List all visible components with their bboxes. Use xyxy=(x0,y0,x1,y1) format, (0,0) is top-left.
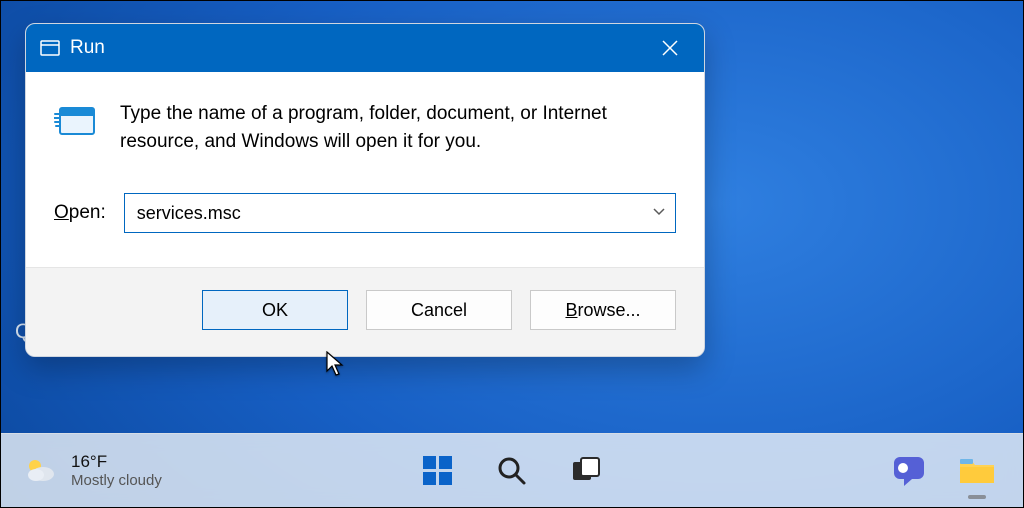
chat-icon xyxy=(891,453,927,489)
task-view-icon xyxy=(570,455,602,487)
run-app-icon xyxy=(54,104,98,155)
browse-button[interactable]: Browse... xyxy=(530,290,676,330)
run-icon xyxy=(40,40,60,56)
open-label: Open: xyxy=(54,202,106,224)
open-combobox[interactable] xyxy=(124,193,676,233)
close-icon xyxy=(661,39,679,57)
taskbar[interactable]: 16°F Mostly cloudy xyxy=(1,433,1023,507)
close-button[interactable] xyxy=(646,24,694,72)
run-dialog: Run Type the name of a program, folder, … xyxy=(25,23,705,357)
search-button[interactable] xyxy=(490,449,534,493)
file-explorer-button[interactable] xyxy=(955,449,999,493)
weather-text: 16°F Mostly cloudy xyxy=(71,452,162,489)
dialog-title: Run xyxy=(70,37,105,59)
search-icon xyxy=(496,455,528,487)
weather-widget[interactable]: 16°F Mostly cloudy xyxy=(25,452,162,489)
dialog-description: Type the name of a program, folder, docu… xyxy=(120,100,676,155)
temperature: 16°F xyxy=(71,452,162,472)
windows-logo-icon xyxy=(421,454,455,488)
cancel-button[interactable]: Cancel xyxy=(366,290,512,330)
open-input[interactable] xyxy=(124,193,676,233)
chat-button[interactable] xyxy=(887,449,931,493)
titlebar[interactable]: Run xyxy=(26,24,704,72)
weather-condition: Mostly cloudy xyxy=(71,472,162,489)
desktop: Q Run xyxy=(0,0,1024,508)
start-button[interactable] xyxy=(416,449,460,493)
dialog-body: Type the name of a program, folder, docu… xyxy=(26,72,704,267)
active-indicator xyxy=(968,495,986,499)
ok-button[interactable]: OK xyxy=(202,290,348,330)
task-view-button[interactable] xyxy=(564,449,608,493)
dialog-buttons: OK Cancel Browse... xyxy=(26,267,704,356)
weather-icon xyxy=(25,454,57,486)
folder-icon xyxy=(958,455,996,487)
